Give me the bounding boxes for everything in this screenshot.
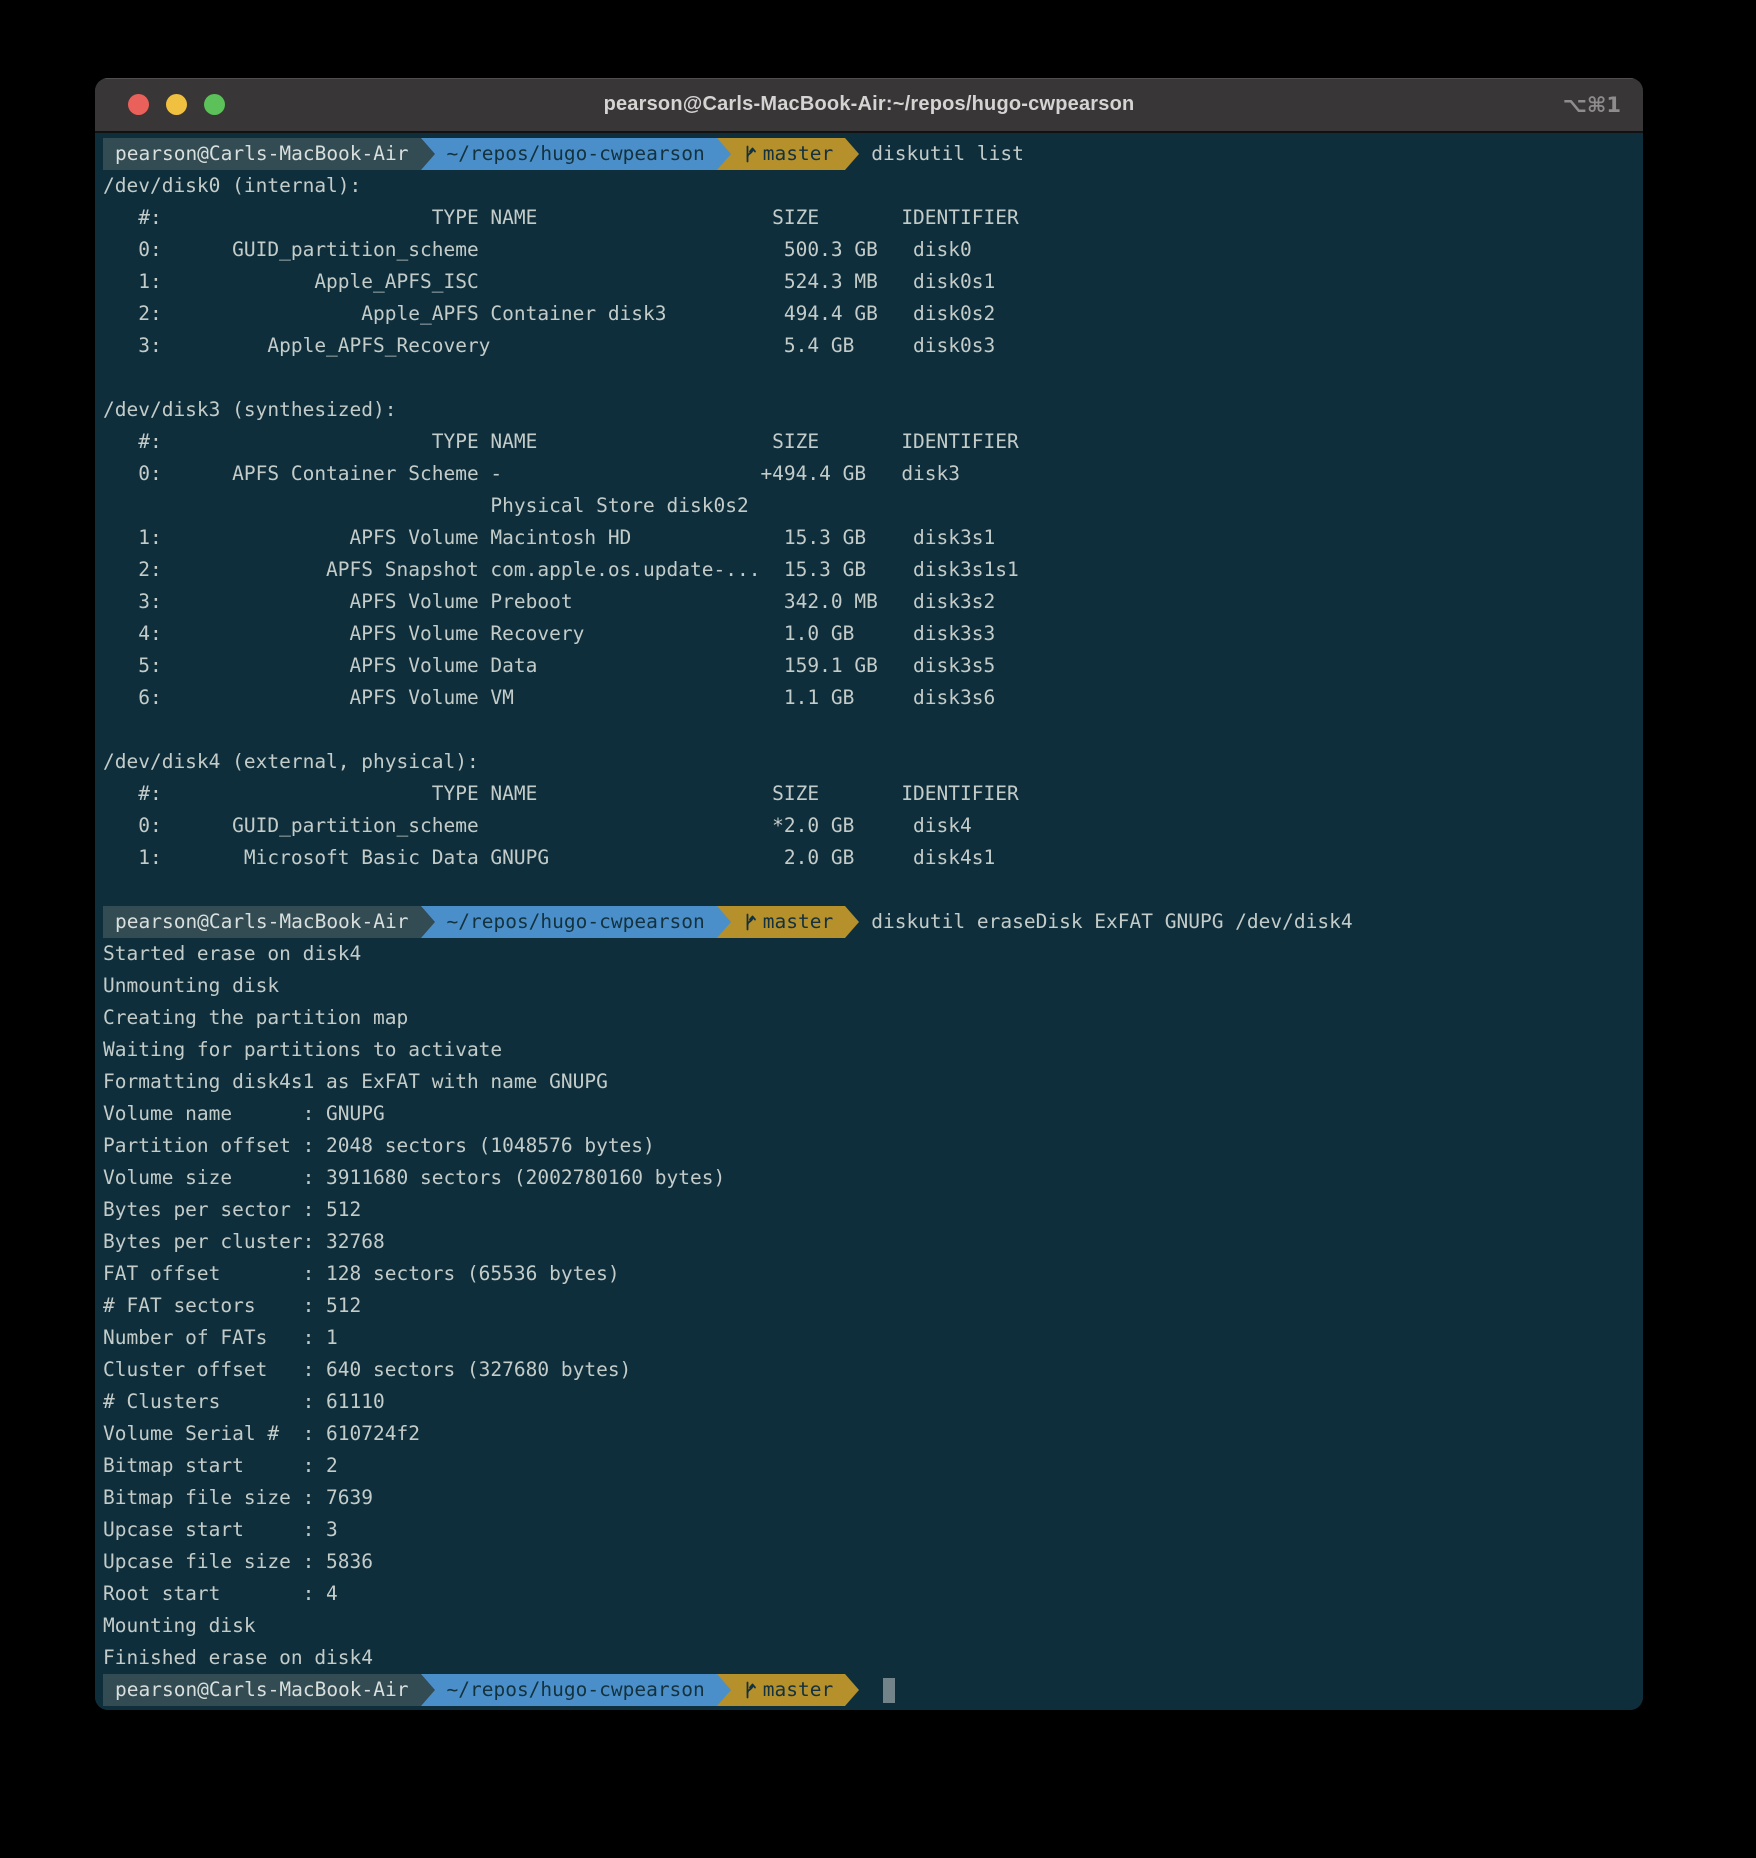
terminal-window: pearson@Carls-MacBook-Air:~/repos/hugo-c… — [95, 78, 1643, 1710]
terminal-line: #: TYPE NAME SIZE IDENTIFIER — [103, 202, 1643, 234]
prompt-line: pearson@Carls-MacBook-Air ~/repos/hugo-c… — [103, 138, 1643, 170]
terminal-line: Formatting disk4s1 as ExFAT with name GN… — [103, 1066, 1643, 1098]
prompt-user-host: pearson@Carls-MacBook-Air — [103, 906, 421, 938]
terminal-line: Upcase file size : 5836 — [103, 1546, 1643, 1578]
powerline-arrow-icon — [845, 906, 859, 938]
terminal-line: /dev/disk4 (external, physical): — [103, 746, 1643, 778]
prompt-git-segment: master — [731, 906, 845, 938]
prompt-user-host: pearson@Carls-MacBook-Air — [103, 1674, 421, 1706]
command-text: diskutil list — [859, 138, 1024, 170]
terminal-line: 3: Apple_APFS_Recovery 5.4 GB disk0s3 — [103, 330, 1643, 362]
prompt-git-segment: master — [731, 1674, 845, 1706]
prompt-path-label: ~/repos/hugo-cwpearson — [447, 138, 705, 170]
terminal-line: 3: APFS Volume Preboot 342.0 MB disk3s2 — [103, 586, 1643, 618]
terminal-line: Cluster offset : 640 sectors (327680 byt… — [103, 1354, 1643, 1386]
git-branch-icon — [743, 144, 757, 164]
terminal-line: Bytes per sector : 512 — [103, 1194, 1643, 1226]
terminal-line: 1: APFS Volume Macintosh HD 15.3 GB disk… — [103, 522, 1643, 554]
terminal-cursor — [883, 1678, 895, 1703]
terminal-line: 2: APFS Snapshot com.apple.os.update-...… — [103, 554, 1643, 586]
powerline-arrow-icon — [421, 1674, 435, 1706]
powerline-arrow-icon — [717, 906, 731, 938]
terminal-line: Mounting disk — [103, 1610, 1643, 1642]
prompt-path-label: ~/repos/hugo-cwpearson — [447, 1674, 705, 1706]
prompt-path: ~/repos/hugo-cwpearson — [435, 138, 717, 170]
terminal-line: Bitmap file size : 7639 — [103, 1482, 1643, 1514]
powerline-arrow-icon — [845, 138, 859, 170]
prompt-user-host-label: pearson@Carls-MacBook-Air — [115, 1674, 409, 1706]
command-text — [859, 1674, 871, 1706]
git-branch-icon — [743, 912, 757, 932]
terminal-line: 6: APFS Volume VM 1.1 GB disk3s6 — [103, 682, 1643, 714]
powerline-arrow-icon — [845, 1674, 859, 1706]
terminal-line: Volume name : GNUPG — [103, 1098, 1643, 1130]
terminal-line: FAT offset : 128 sectors (65536 bytes) — [103, 1258, 1643, 1290]
prompt-path: ~/repos/hugo-cwpearson — [435, 1674, 717, 1706]
command-text: diskutil eraseDisk ExFAT GNUPG /dev/disk… — [859, 906, 1352, 938]
powerline-arrow-icon — [717, 138, 731, 170]
terminal-line: Finished erase on disk4 — [103, 1642, 1643, 1674]
terminal-line: Partition offset : 2048 sectors (1048576… — [103, 1130, 1643, 1162]
terminal-line: Creating the partition map — [103, 1002, 1643, 1034]
powerline-arrow-icon — [717, 1674, 731, 1706]
terminal-line: 2: Apple_APFS Container disk3 494.4 GB d… — [103, 298, 1643, 330]
terminal-line: #: TYPE NAME SIZE IDENTIFIER — [103, 778, 1643, 810]
terminal-line: Volume size : 3911680 sectors (200278016… — [103, 1162, 1643, 1194]
terminal-line: 0: GUID_partition_scheme 500.3 GB disk0 — [103, 234, 1643, 266]
terminal-line: Upcase start : 3 — [103, 1514, 1643, 1546]
prompt-git-branch-label: master — [763, 906, 833, 938]
terminal-screen[interactable]: pearson@Carls-MacBook-Air ~/repos/hugo-c… — [95, 133, 1643, 1710]
prompt-line: pearson@Carls-MacBook-Air ~/repos/hugo-c… — [103, 906, 1643, 938]
terminal-line: # Clusters : 61110 — [103, 1386, 1643, 1418]
terminal-line: Bytes per cluster: 32768 — [103, 1226, 1643, 1258]
prompt-git-branch-label: master — [763, 138, 833, 170]
terminal-line: Physical Store disk0s2 — [103, 490, 1643, 522]
prompt-user-host-label: pearson@Carls-MacBook-Air — [115, 138, 409, 170]
prompt-path: ~/repos/hugo-cwpearson — [435, 906, 717, 938]
terminal-line: Started erase on disk4 — [103, 938, 1643, 970]
powerline-arrow-icon — [421, 138, 435, 170]
terminal-line: /dev/disk0 (internal): — [103, 170, 1643, 202]
prompt-line: pearson@Carls-MacBook-Air ~/repos/hugo-c… — [103, 1674, 1643, 1706]
terminal-line: 1: Apple_APFS_ISC 524.3 MB disk0s1 — [103, 266, 1643, 298]
terminal-line: Root start : 4 — [103, 1578, 1643, 1610]
terminal-line — [103, 362, 1643, 394]
prompt-user-host-label: pearson@Carls-MacBook-Air — [115, 906, 409, 938]
prompt-user-host: pearson@Carls-MacBook-Air — [103, 138, 421, 170]
traffic-lights — [128, 78, 225, 131]
terminal-line: 5: APFS Volume Data 159.1 GB disk3s5 — [103, 650, 1643, 682]
terminal-line: 0: GUID_partition_scheme *2.0 GB disk4 — [103, 810, 1643, 842]
terminal-line: #: TYPE NAME SIZE IDENTIFIER — [103, 426, 1643, 458]
terminal-line — [103, 714, 1643, 746]
prompt-path-label: ~/repos/hugo-cwpearson — [447, 906, 705, 938]
window-shortcut-hint: ⌥⌘1 — [1563, 78, 1621, 131]
terminal-line: 1: Microsoft Basic Data GNUPG 2.0 GB dis… — [103, 842, 1643, 874]
terminal-line: 0: APFS Container Scheme - +494.4 GB dis… — [103, 458, 1643, 490]
terminal-line: Unmounting disk — [103, 970, 1643, 1002]
terminal-line: Bitmap start : 2 — [103, 1450, 1643, 1482]
minimize-button[interactable] — [166, 94, 187, 115]
close-button[interactable] — [128, 94, 149, 115]
terminal-line: Number of FATs : 1 — [103, 1322, 1643, 1354]
prompt-git-segment: master — [731, 138, 845, 170]
powerline-arrow-icon — [421, 906, 435, 938]
git-branch-icon — [743, 1680, 757, 1700]
terminal-line: Volume Serial # : 610724f2 — [103, 1418, 1643, 1450]
terminal-line: /dev/disk3 (synthesized): — [103, 394, 1643, 426]
prompt-git-branch-label: master — [763, 1674, 833, 1706]
terminal-line: Waiting for partitions to activate — [103, 1034, 1643, 1066]
terminal-line — [103, 874, 1643, 906]
window-title: pearson@Carls-MacBook-Air:~/repos/hugo-c… — [95, 93, 1643, 116]
titlebar[interactable]: pearson@Carls-MacBook-Air:~/repos/hugo-c… — [95, 78, 1643, 133]
terminal-line: # FAT sectors : 512 — [103, 1290, 1643, 1322]
terminal-line: 4: APFS Volume Recovery 1.0 GB disk3s3 — [103, 618, 1643, 650]
zoom-button[interactable] — [204, 94, 225, 115]
